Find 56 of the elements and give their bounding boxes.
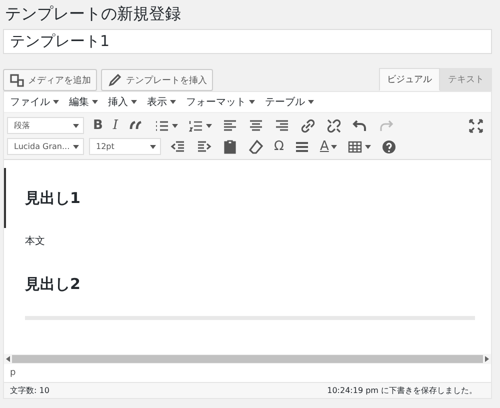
- title-field[interactable]: テンプレート1: [3, 29, 492, 54]
- link-icon: [300, 118, 316, 134]
- caret-icon: [92, 100, 98, 104]
- clipboard-icon: [222, 138, 238, 154]
- eraser-icon: [248, 138, 264, 154]
- caret-icon: [364, 144, 371, 148]
- menu-item[interactable]: 挿入: [108, 95, 137, 109]
- table-icon: [346, 138, 363, 154]
- caret-icon: [170, 100, 176, 104]
- dropdown-select[interactable]: Lucida Gran...: [7, 138, 84, 155]
- redo-icon: [378, 118, 394, 134]
- undo-icon: [352, 118, 368, 134]
- caret-icon: [131, 100, 137, 104]
- toolbar-button[interactable]: Ω: [270, 138, 288, 156]
- align-right-icon: [274, 118, 290, 134]
- scroll-left-icon: [6, 356, 10, 362]
- outdent-icon: [170, 138, 186, 154]
- align-left-icon: [222, 118, 238, 134]
- paragraph-text: 本文: [24, 234, 46, 249]
- indent-icon: [196, 138, 212, 154]
- pencil-icon: [107, 72, 123, 88]
- toolbar-button[interactable]: メディアを追加: [3, 69, 97, 91]
- menu-item[interactable]: 表示: [147, 95, 176, 109]
- toolbar-button[interactable]: テンプレートを挿入: [101, 69, 213, 91]
- caret-icon: [249, 100, 255, 104]
- toolbar-button[interactable]: B: [89, 116, 107, 134]
- align-center-icon: [248, 118, 264, 134]
- caret-icon: [330, 144, 337, 148]
- caret-icon: [150, 144, 156, 148]
- caret-icon: [53, 100, 59, 104]
- scroll-right-icon: [485, 356, 489, 362]
- toolbar-button[interactable]: A: [316, 138, 341, 156]
- media-icon: [9, 72, 25, 88]
- caret-icon: [73, 144, 79, 148]
- unlink-icon: [326, 118, 342, 134]
- help-icon: [380, 138, 397, 154]
- menu-item[interactable]: 編集: [69, 95, 98, 109]
- heading-text: 見出し2: [24, 274, 82, 295]
- menu-item[interactable]: フォーマット: [186, 95, 255, 109]
- menu-item[interactable]: ファイル: [10, 95, 59, 109]
- dropdown-select[interactable]: 段落: [7, 117, 84, 134]
- caret-icon: [308, 100, 314, 104]
- element-path: p: [9, 367, 17, 380]
- caret-icon: [172, 124, 178, 128]
- save-status: 10:24:19 pm に下書きを保存しました。: [327, 385, 477, 396]
- editor-tab[interactable]: ビジュアル: [379, 68, 440, 91]
- dropdown-select[interactable]: 12pt: [89, 138, 161, 155]
- heading-text: 見出し1: [4, 168, 491, 228]
- menu-item[interactable]: テーブル: [265, 95, 314, 109]
- word-count: 文字数: 10: [10, 385, 50, 396]
- toolbar-button[interactable]: I: [108, 116, 122, 134]
- page-title: テンプレートの新規登録: [5, 4, 182, 24]
- fullscreen-icon: [468, 118, 484, 134]
- scrollbar[interactable]: [4, 354, 491, 364]
- caret-icon: [206, 124, 212, 128]
- caret-icon: [73, 124, 79, 128]
